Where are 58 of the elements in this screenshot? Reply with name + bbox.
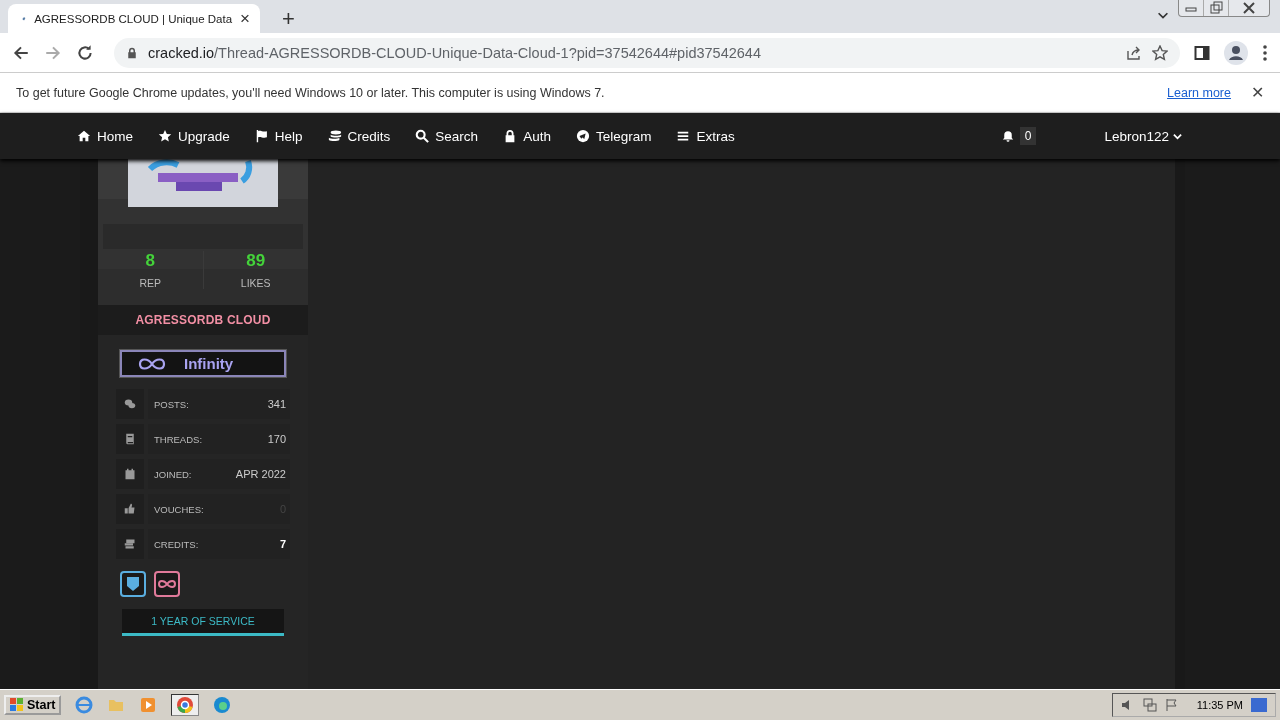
learn-more-link[interactable]: Learn more (1167, 85, 1231, 100)
browser-tab[interactable]: AGRESSORDB CLOUD | Unique Data × (8, 4, 260, 33)
infinity-icon (138, 356, 166, 371)
shield-award-icon[interactable] (120, 571, 146, 597)
reload-icon[interactable] (76, 43, 94, 62)
nav-link[interactable]: Telegram (575, 128, 652, 144)
coins-icon (327, 129, 342, 143)
nav-link[interactable]: Auth (503, 128, 551, 144)
nav-link[interactable]: Help (254, 128, 303, 144)
stat-value: 7 (279, 538, 286, 550)
address-bar[interactable]: cracked.io/Thread-AGRESSORDB-CLOUD-Unique-Data-Cloud-1?pid=37542644#pid37542644 (114, 37, 1180, 68)
infinity-award-icon[interactable] (154, 571, 180, 597)
profile-icon[interactable] (1224, 40, 1248, 65)
book-icon (124, 433, 136, 445)
user-menu[interactable]: Lebron122 (1104, 128, 1182, 144)
flag-icon (254, 129, 269, 143)
star-icon (158, 129, 172, 143)
calendar-icon (124, 468, 136, 480)
side-panel-icon[interactable] (1194, 44, 1210, 61)
menu-icon (676, 129, 691, 143)
rep-count: 8 (145, 251, 155, 271)
start-button[interactable]: Start (4, 695, 62, 715)
share-icon[interactable] (1126, 44, 1142, 61)
nav-link[interactable]: Upgrade (158, 128, 230, 144)
likes-label: LIKES (240, 277, 271, 289)
update-message: To get future Google Chrome updates, you'll need Windows 10 or later. This computer is using Windows 7. (16, 85, 606, 100)
search-icon (415, 129, 430, 143)
new-tab-button[interactable]: + (282, 8, 295, 30)
likes-count: 89 (246, 251, 266, 271)
bookmark-star-icon[interactable] (1152, 44, 1168, 61)
lock-icon (126, 46, 138, 59)
thumb-icon (124, 503, 136, 515)
stat-value: 170 (267, 433, 286, 445)
menu-icon[interactable] (1262, 43, 1268, 62)
bell-icon[interactable] (1001, 129, 1014, 143)
rep-label: REP (139, 277, 162, 289)
username[interactable]: AGRESSORDB CLOUD (98, 305, 308, 335)
close-infobar-button[interactable]: ✕ (1251, 83, 1264, 102)
money-icon (124, 538, 136, 550)
nav-link[interactable]: Home (77, 128, 133, 144)
network-icon[interactable] (1142, 698, 1157, 712)
windows-logo-icon (10, 698, 24, 712)
notification-count: 0 (1019, 127, 1037, 145)
flag-icon[interactable] (1164, 698, 1179, 712)
nav-link[interactable]: Extras (676, 128, 735, 144)
service-badge: 1 YEAR OF SERVICE (122, 609, 284, 636)
stat-value: APR 2022 (235, 468, 286, 480)
rank-badge: Infinity (120, 350, 286, 377)
chrome-icon[interactable] (176, 696, 195, 714)
stat-value: 341 (267, 398, 286, 410)
nav-link[interactable]: Credits (327, 128, 391, 144)
nav-link[interactable]: Search (415, 128, 479, 144)
chat-icon (124, 398, 136, 410)
telegram-icon (575, 129, 590, 143)
caret-icon (1173, 131, 1182, 141)
close-tab-button[interactable]: × (240, 8, 250, 29)
home-icon (77, 129, 91, 143)
clock[interactable]: 11:35 PM (1196, 699, 1243, 711)
